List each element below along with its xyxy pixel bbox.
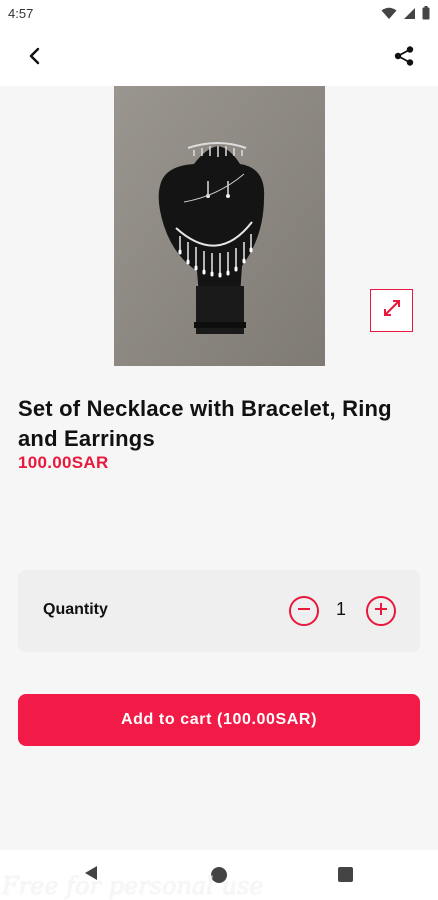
- minus-circle-icon: [297, 602, 311, 621]
- app-bar: [0, 28, 438, 86]
- decrease-quantity-button[interactable]: [289, 596, 319, 626]
- product-title: Set of Necklace with Bracelet, Ring and …: [18, 396, 392, 451]
- status-bar: 4:57: [0, 0, 438, 28]
- expand-icon: [382, 298, 402, 323]
- back-button[interactable]: [18, 42, 50, 74]
- battery-icon: [422, 6, 430, 25]
- quantity-card: Quantity 1: [18, 570, 420, 652]
- necklace-set-photo: [114, 86, 325, 366]
- expand-image-button[interactable]: [370, 289, 413, 332]
- wifi-icon: [381, 7, 397, 25]
- signal-icon: [403, 7, 416, 25]
- chevron-left-icon: [27, 47, 41, 70]
- share-icon: [393, 45, 415, 72]
- share-button[interactable]: [388, 42, 420, 74]
- plus-circle-icon: [374, 602, 388, 621]
- product-price: 100.00SAR: [18, 453, 109, 472]
- quantity-value: 1: [335, 599, 346, 619]
- increase-quantity-button[interactable]: [366, 596, 396, 626]
- nav-recents-icon[interactable]: [338, 867, 353, 882]
- status-icons: [381, 6, 430, 25]
- product-image[interactable]: [114, 86, 325, 366]
- nav-home-icon[interactable]: [211, 867, 227, 883]
- system-nav-bar: [0, 850, 438, 900]
- quantity-label: Quantity: [43, 601, 108, 618]
- add-to-cart-button[interactable]: Add to cart (100.00SAR): [18, 694, 420, 746]
- status-time: 4:57: [8, 6, 34, 21]
- nav-back-icon[interactable]: [84, 865, 98, 886]
